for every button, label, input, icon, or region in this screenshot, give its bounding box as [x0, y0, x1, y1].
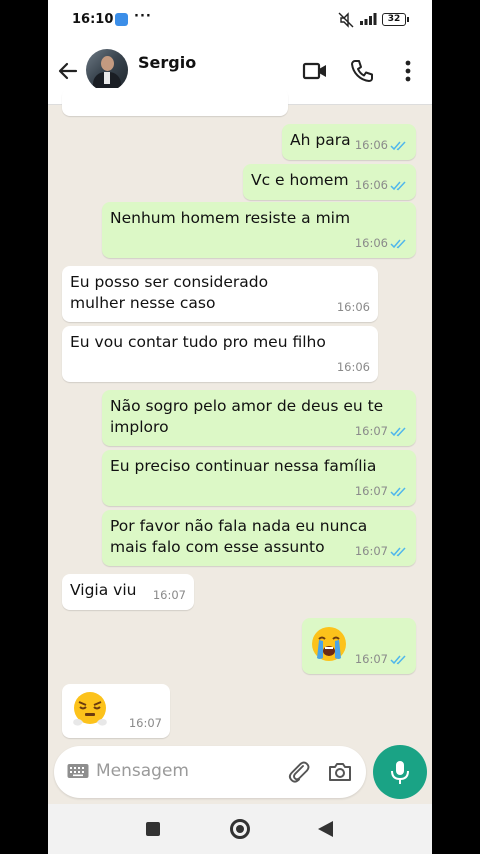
- status-bar: 16:10 ··· 32: [48, 0, 432, 40]
- read-ticks-icon: [390, 239, 406, 249]
- message-bubble-incoming[interactable]: Vigia viu 16:07: [62, 574, 194, 610]
- status-time: 16:10: [72, 12, 114, 27]
- message-time: 16:07: [128, 716, 162, 730]
- loudly-crying-face-icon: [312, 627, 346, 661]
- phone-call-icon[interactable]: [349, 58, 375, 84]
- mute-icon: [338, 12, 354, 28]
- phone-screen: 16:10 ··· 32 Sergio Ah para 16:06 Vc e h…: [48, 0, 432, 854]
- message-input[interactable]: Mensagem: [96, 761, 189, 781]
- message-meta: 16:07: [355, 421, 408, 442]
- recents-button[interactable]: [146, 822, 160, 836]
- message-bubble-incoming[interactable]: 16:07: [62, 684, 170, 738]
- message-meta: 16:07: [355, 541, 408, 562]
- more-notifications-icon: ···: [134, 9, 152, 24]
- camera-icon[interactable]: [327, 759, 353, 785]
- message-time: 16:06: [354, 236, 388, 250]
- message-time: 16:07: [354, 484, 388, 498]
- message-bubble-incoming[interactable]: Eu vou contar tudo pro meu filho 16:06: [62, 326, 378, 382]
- system-nav-bar: [48, 804, 432, 854]
- message-composer[interactable]: Mensagem: [54, 746, 366, 798]
- app-notification-icon: [115, 13, 128, 26]
- message-time: 16:06: [354, 138, 388, 152]
- avatar-head: [101, 56, 114, 71]
- nav-back-button[interactable]: [318, 821, 333, 837]
- avatar-shirt: [104, 72, 110, 84]
- message-meta: 16:06: [355, 175, 408, 196]
- message-bubble-outgoing[interactable]: Por favor não fala nada eu nunca mais fa…: [102, 510, 416, 566]
- attachment-icon[interactable]: [286, 759, 312, 785]
- read-ticks-icon: [390, 547, 406, 557]
- home-button[interactable]: [230, 819, 250, 839]
- video-call-icon[interactable]: [302, 58, 328, 84]
- more-options-icon[interactable]: [395, 58, 421, 84]
- read-ticks-icon: [390, 141, 406, 151]
- message-bubble-incoming[interactable]: [62, 88, 288, 116]
- message-text: Nenhum homem resiste a mim: [110, 209, 351, 227]
- message-bubble-incoming[interactable]: Eu posso ser considerado mulher nesse ca…: [62, 266, 378, 322]
- signal-icon: [360, 13, 377, 25]
- battery-icon: 32: [382, 13, 409, 26]
- message-meta: 16:06: [355, 135, 408, 156]
- message-meta: 16:06: [355, 233, 408, 254]
- message-time: 16:06: [354, 178, 388, 192]
- message-meta: 16:07: [355, 649, 408, 670]
- message-bubble-outgoing[interactable]: Nenhum homem resiste a mim 16:06: [102, 202, 416, 258]
- keyboard-icon[interactable]: [67, 762, 89, 780]
- back-arrow-icon[interactable]: [56, 59, 80, 83]
- message-time: 16:06: [336, 300, 370, 314]
- message-text: Eu vou contar tudo pro meu filho: [70, 333, 326, 351]
- message-meta: 16:07: [355, 481, 408, 502]
- message-time: 16:07: [152, 588, 186, 602]
- message-time: 16:07: [354, 424, 388, 438]
- read-ticks-icon: [390, 655, 406, 665]
- contact-name[interactable]: Sergio: [138, 53, 196, 72]
- message-time: 16:06: [336, 360, 370, 374]
- read-ticks-icon: [390, 181, 406, 191]
- face-with-steam-from-nose-icon: [73, 692, 107, 726]
- message-bubble-outgoing[interactable]: Vc e homem 16:06: [243, 164, 416, 200]
- message-bubble-outgoing[interactable]: Não sogro pelo amor de deus eu te implor…: [102, 390, 416, 446]
- microphone-icon: [391, 761, 409, 784]
- message-text: Não sogro pelo amor de deus eu te implor…: [110, 397, 384, 436]
- avatar[interactable]: [86, 49, 128, 91]
- voice-message-button[interactable]: [373, 745, 427, 799]
- message-time: 16:07: [354, 652, 388, 666]
- message-bubble-outgoing[interactable]: 16:07: [302, 618, 416, 674]
- message-bubble-outgoing[interactable]: Ah para 16:06: [282, 124, 416, 160]
- message-bubble-outgoing[interactable]: Eu preciso continuar nessa família 16:07: [102, 450, 416, 506]
- message-time: 16:07: [354, 544, 388, 558]
- read-ticks-icon: [390, 427, 406, 437]
- message-text: Eu posso ser considerado mulher nesse ca…: [70, 273, 269, 312]
- message-text: Eu preciso continuar nessa família: [110, 457, 377, 475]
- read-ticks-icon: [390, 487, 406, 497]
